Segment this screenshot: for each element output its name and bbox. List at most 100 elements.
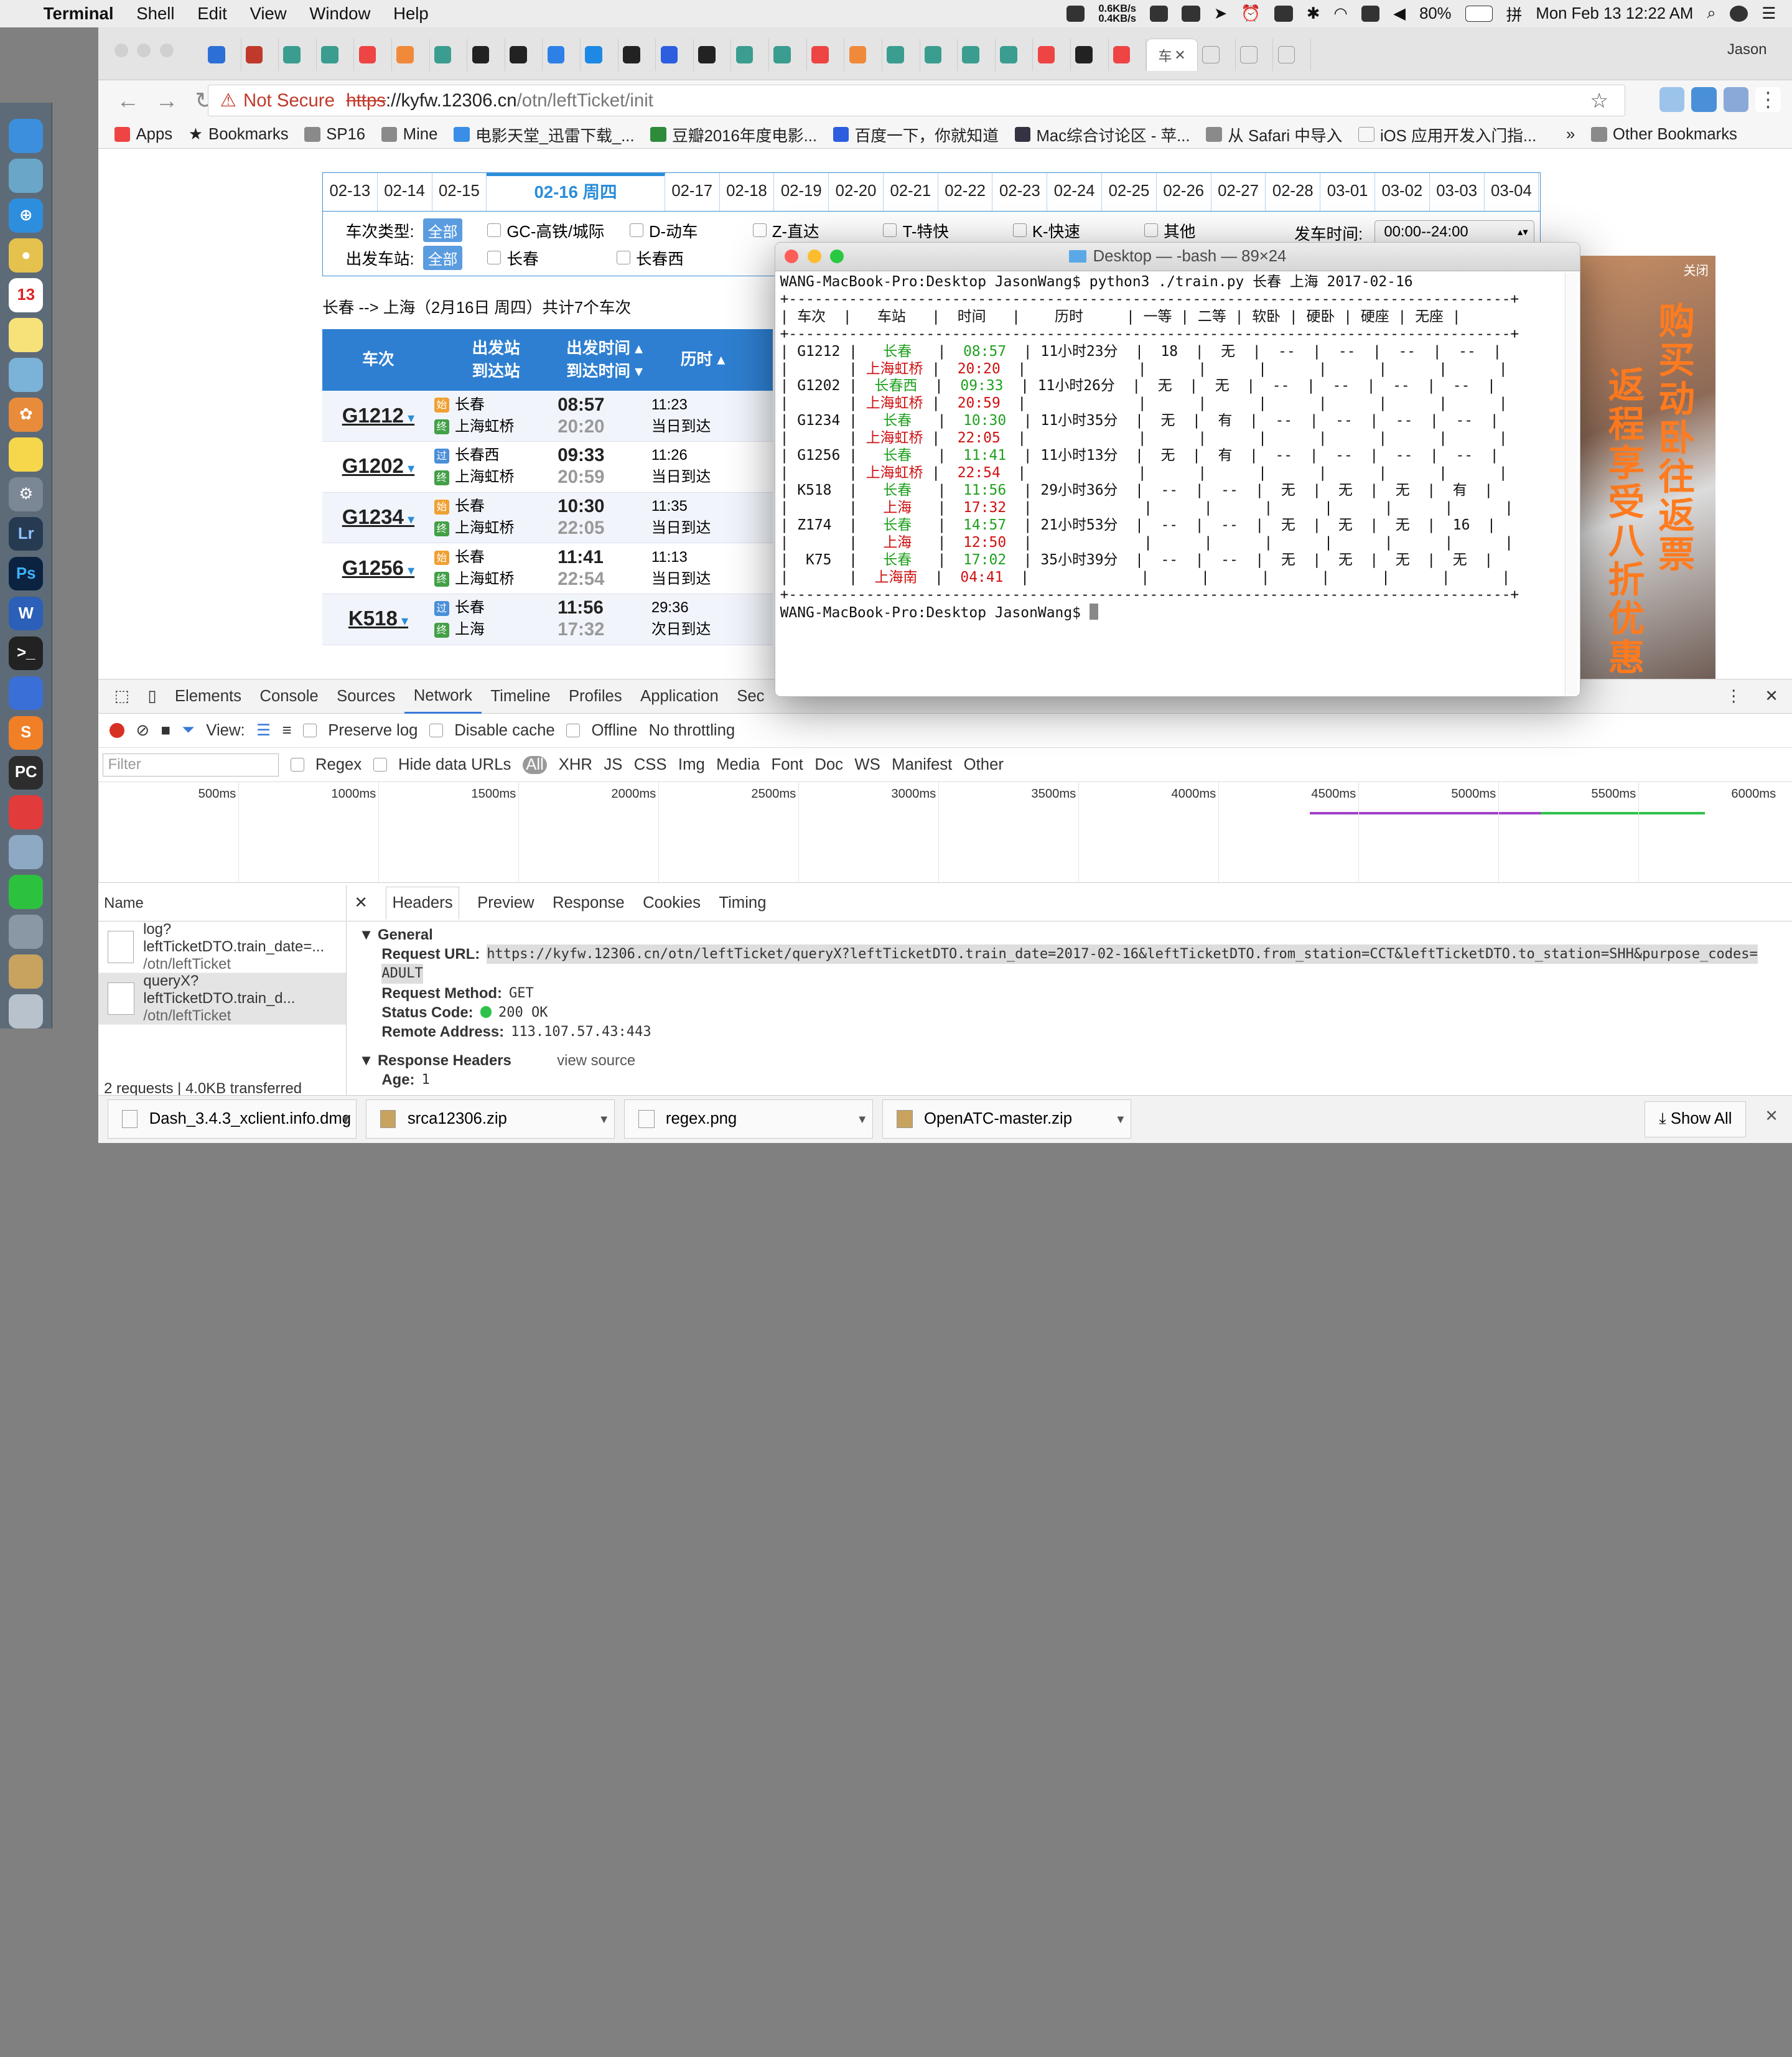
browser-tab[interactable]	[1071, 39, 1109, 71]
type-other[interactable]: 其他	[1144, 219, 1195, 242]
preview-icon[interactable]	[9, 158, 44, 193]
checkbox[interactable]	[487, 223, 502, 238]
detail-tab-headers[interactable]: Headers	[386, 886, 459, 920]
filter-type-ws[interactable]: WS	[854, 756, 880, 774]
extension-icon[interactable]	[1691, 86, 1717, 112]
type-d[interactable]: D-动车	[629, 219, 698, 242]
browser-tab[interactable]	[279, 39, 317, 71]
browser-tab[interactable]	[807, 39, 845, 71]
type-t[interactable]: T-特快	[883, 219, 949, 242]
browser-tab[interactable]	[581, 39, 618, 71]
date-tab[interactable]: 02-27	[1211, 173, 1266, 211]
downloads-close-icon[interactable]: ✕	[1765, 1107, 1778, 1126]
menu-window[interactable]: Window	[309, 4, 370, 24]
system-prefs-icon[interactable]: ⚙	[9, 477, 44, 511]
browser-tab[interactable]	[467, 39, 505, 71]
preserve-log-checkbox[interactable]	[302, 724, 317, 738]
detail-tab-timing[interactable]: Timing	[719, 894, 766, 912]
date-tab[interactable]: 02-17	[665, 173, 720, 211]
bookmark-apps[interactable]: Apps	[114, 126, 172, 144]
downloads-stack-icon[interactable]	[9, 915, 44, 949]
th-duration[interactable]: 历时 ▴	[651, 329, 754, 391]
download-item[interactable]: srca12306.zip ▼	[365, 1099, 615, 1139]
bookmark-safari-import[interactable]: 从 Safari 中导入	[1206, 123, 1342, 146]
detail-tab-cookies[interactable]: Cookies	[643, 894, 701, 912]
browser-tab[interactable]	[1033, 39, 1071, 71]
date-tab[interactable]: 02-24	[1047, 173, 1103, 211]
train-row[interactable]: G1234始长春终上海虹桥10:3022:0511:35当日到达	[322, 492, 773, 544]
download-menu-icon[interactable]: ▼	[340, 1112, 352, 1126]
date-tab[interactable]: 02-20	[829, 173, 884, 211]
clock[interactable]: Mon Feb 13 12:22 AM	[1536, 5, 1693, 23]
response-headers-toggle[interactable]: ▼ Response Headers	[359, 1051, 511, 1070]
type-k[interactable]: K-快速	[1012, 219, 1080, 242]
date-tab[interactable]: 02-21	[884, 173, 938, 211]
app-icon-3[interactable]	[9, 835, 44, 870]
browser-tab[interactable]	[203, 39, 241, 71]
app-icon[interactable]	[1274, 6, 1293, 22]
browser-tab[interactable]	[769, 39, 807, 71]
app-icon-2[interactable]	[9, 676, 44, 711]
overview-icon[interactable]: ≡	[282, 722, 291, 740]
date-tab[interactable]: 02-22	[938, 173, 993, 211]
finder-icon[interactable]	[9, 119, 44, 153]
hide-data-urls-checkbox[interactable]	[373, 758, 387, 772]
bookmarks-overflow-icon[interactable]: »	[1566, 126, 1575, 144]
lightroom-icon[interactable]: Lr	[9, 516, 44, 551]
browser-tab[interactable]	[543, 39, 581, 71]
browser-tab[interactable]	[618, 39, 656, 71]
menu-edit[interactable]: Edit	[197, 4, 226, 24]
notification-icon[interactable]: ☰	[1762, 4, 1776, 23]
tab-close-icon[interactable]: ✕	[1174, 47, 1185, 63]
network-overview[interactable]: 500ms 1000ms 1500ms 2000ms 2500ms 3000ms 3500m…	[98, 782, 1792, 883]
browser-tab[interactable]	[920, 39, 958, 71]
warning-icon[interactable]: ⚠	[220, 90, 236, 111]
browser-tab[interactable]	[844, 39, 882, 71]
checkbox[interactable]	[616, 251, 630, 265]
browser-tab[interactable]	[392, 39, 430, 71]
close-button[interactable]	[114, 43, 128, 57]
offline-checkbox[interactable]	[566, 724, 581, 738]
terminal-window[interactable]: Desktop — -bash — 89×24 WANG-MacBook-Pro…	[775, 242, 1581, 697]
request-row[interactable]: queryX?leftTicketDTO.train_d.../otn/left…	[98, 973, 346, 1025]
alarm-icon[interactable]: ⏰	[1241, 4, 1261, 23]
menu-help[interactable]: Help	[393, 4, 429, 24]
zoom-button[interactable]	[830, 250, 844, 264]
browser-tab[interactable]	[731, 39, 770, 71]
bookmark-mine[interactable]: Mine	[381, 126, 437, 144]
train-row[interactable]: G1202过长春西终上海虹桥09:3320:5911:26当日到达	[322, 441, 773, 493]
type-gc[interactable]: GC-高铁/城际	[487, 219, 604, 242]
browser-tab[interactable]	[882, 39, 920, 71]
filter-type-doc[interactable]: Doc	[814, 756, 843, 774]
record-button[interactable]	[110, 723, 125, 739]
download-item[interactable]: OpenATC-master.zip ▼	[882, 1099, 1132, 1139]
devtools-tab-sources[interactable]: Sources	[327, 688, 404, 706]
th-times[interactable]: 出发时间 ▴ 到达时间 ▾	[558, 329, 651, 391]
detail-close-icon[interactable]: ✕	[354, 893, 368, 912]
back-icon[interactable]: ←	[116, 88, 139, 114]
location-icon[interactable]: ➤	[1214, 4, 1228, 23]
menu-app-name[interactable]: Terminal	[44, 4, 114, 24]
wechat-icon[interactable]	[1066, 6, 1085, 22]
view-source-link[interactable]: view source	[557, 1051, 635, 1070]
terminal-output[interactable]: WANG-MacBook-Pro:Desktop JasonWang$ pyth…	[775, 271, 1580, 625]
download-menu-icon[interactable]: ▼	[857, 1112, 868, 1126]
train-number-link[interactable]: G1234	[322, 506, 434, 529]
wifi-icon[interactable]: ◠	[1333, 4, 1347, 23]
clear-icon[interactable]: ⊘	[136, 721, 150, 740]
checkbox[interactable]	[752, 223, 767, 238]
filter-type-js[interactable]: JS	[604, 756, 622, 774]
train-row[interactable]: G1212始长春终上海虹桥08:5720:2011:23当日到达	[322, 391, 773, 442]
menu-icon[interactable]: ⋮	[1755, 86, 1781, 112]
train-number-link[interactable]: G1202	[322, 455, 434, 478]
bookmark-star-icon[interactable]: ☆	[1590, 88, 1608, 113]
regex-checkbox[interactable]	[290, 758, 304, 772]
filter-type-css[interactable]: CSS	[634, 756, 667, 774]
bookmark-mac[interactable]: Mac综合讨论区 - 苹...	[1014, 123, 1190, 146]
browser-tab[interactable]	[317, 39, 355, 71]
bookmark-ios[interactable]: iOS 应用开发入门指...	[1358, 123, 1536, 146]
battery-percent[interactable]: 80%	[1419, 5, 1451, 23]
devtools-tab-security[interactable]: Sec	[728, 688, 774, 706]
name-column-header[interactable]: Name	[98, 885, 346, 922]
show-all-button[interactable]: ⤓ Show All	[1645, 1101, 1747, 1138]
